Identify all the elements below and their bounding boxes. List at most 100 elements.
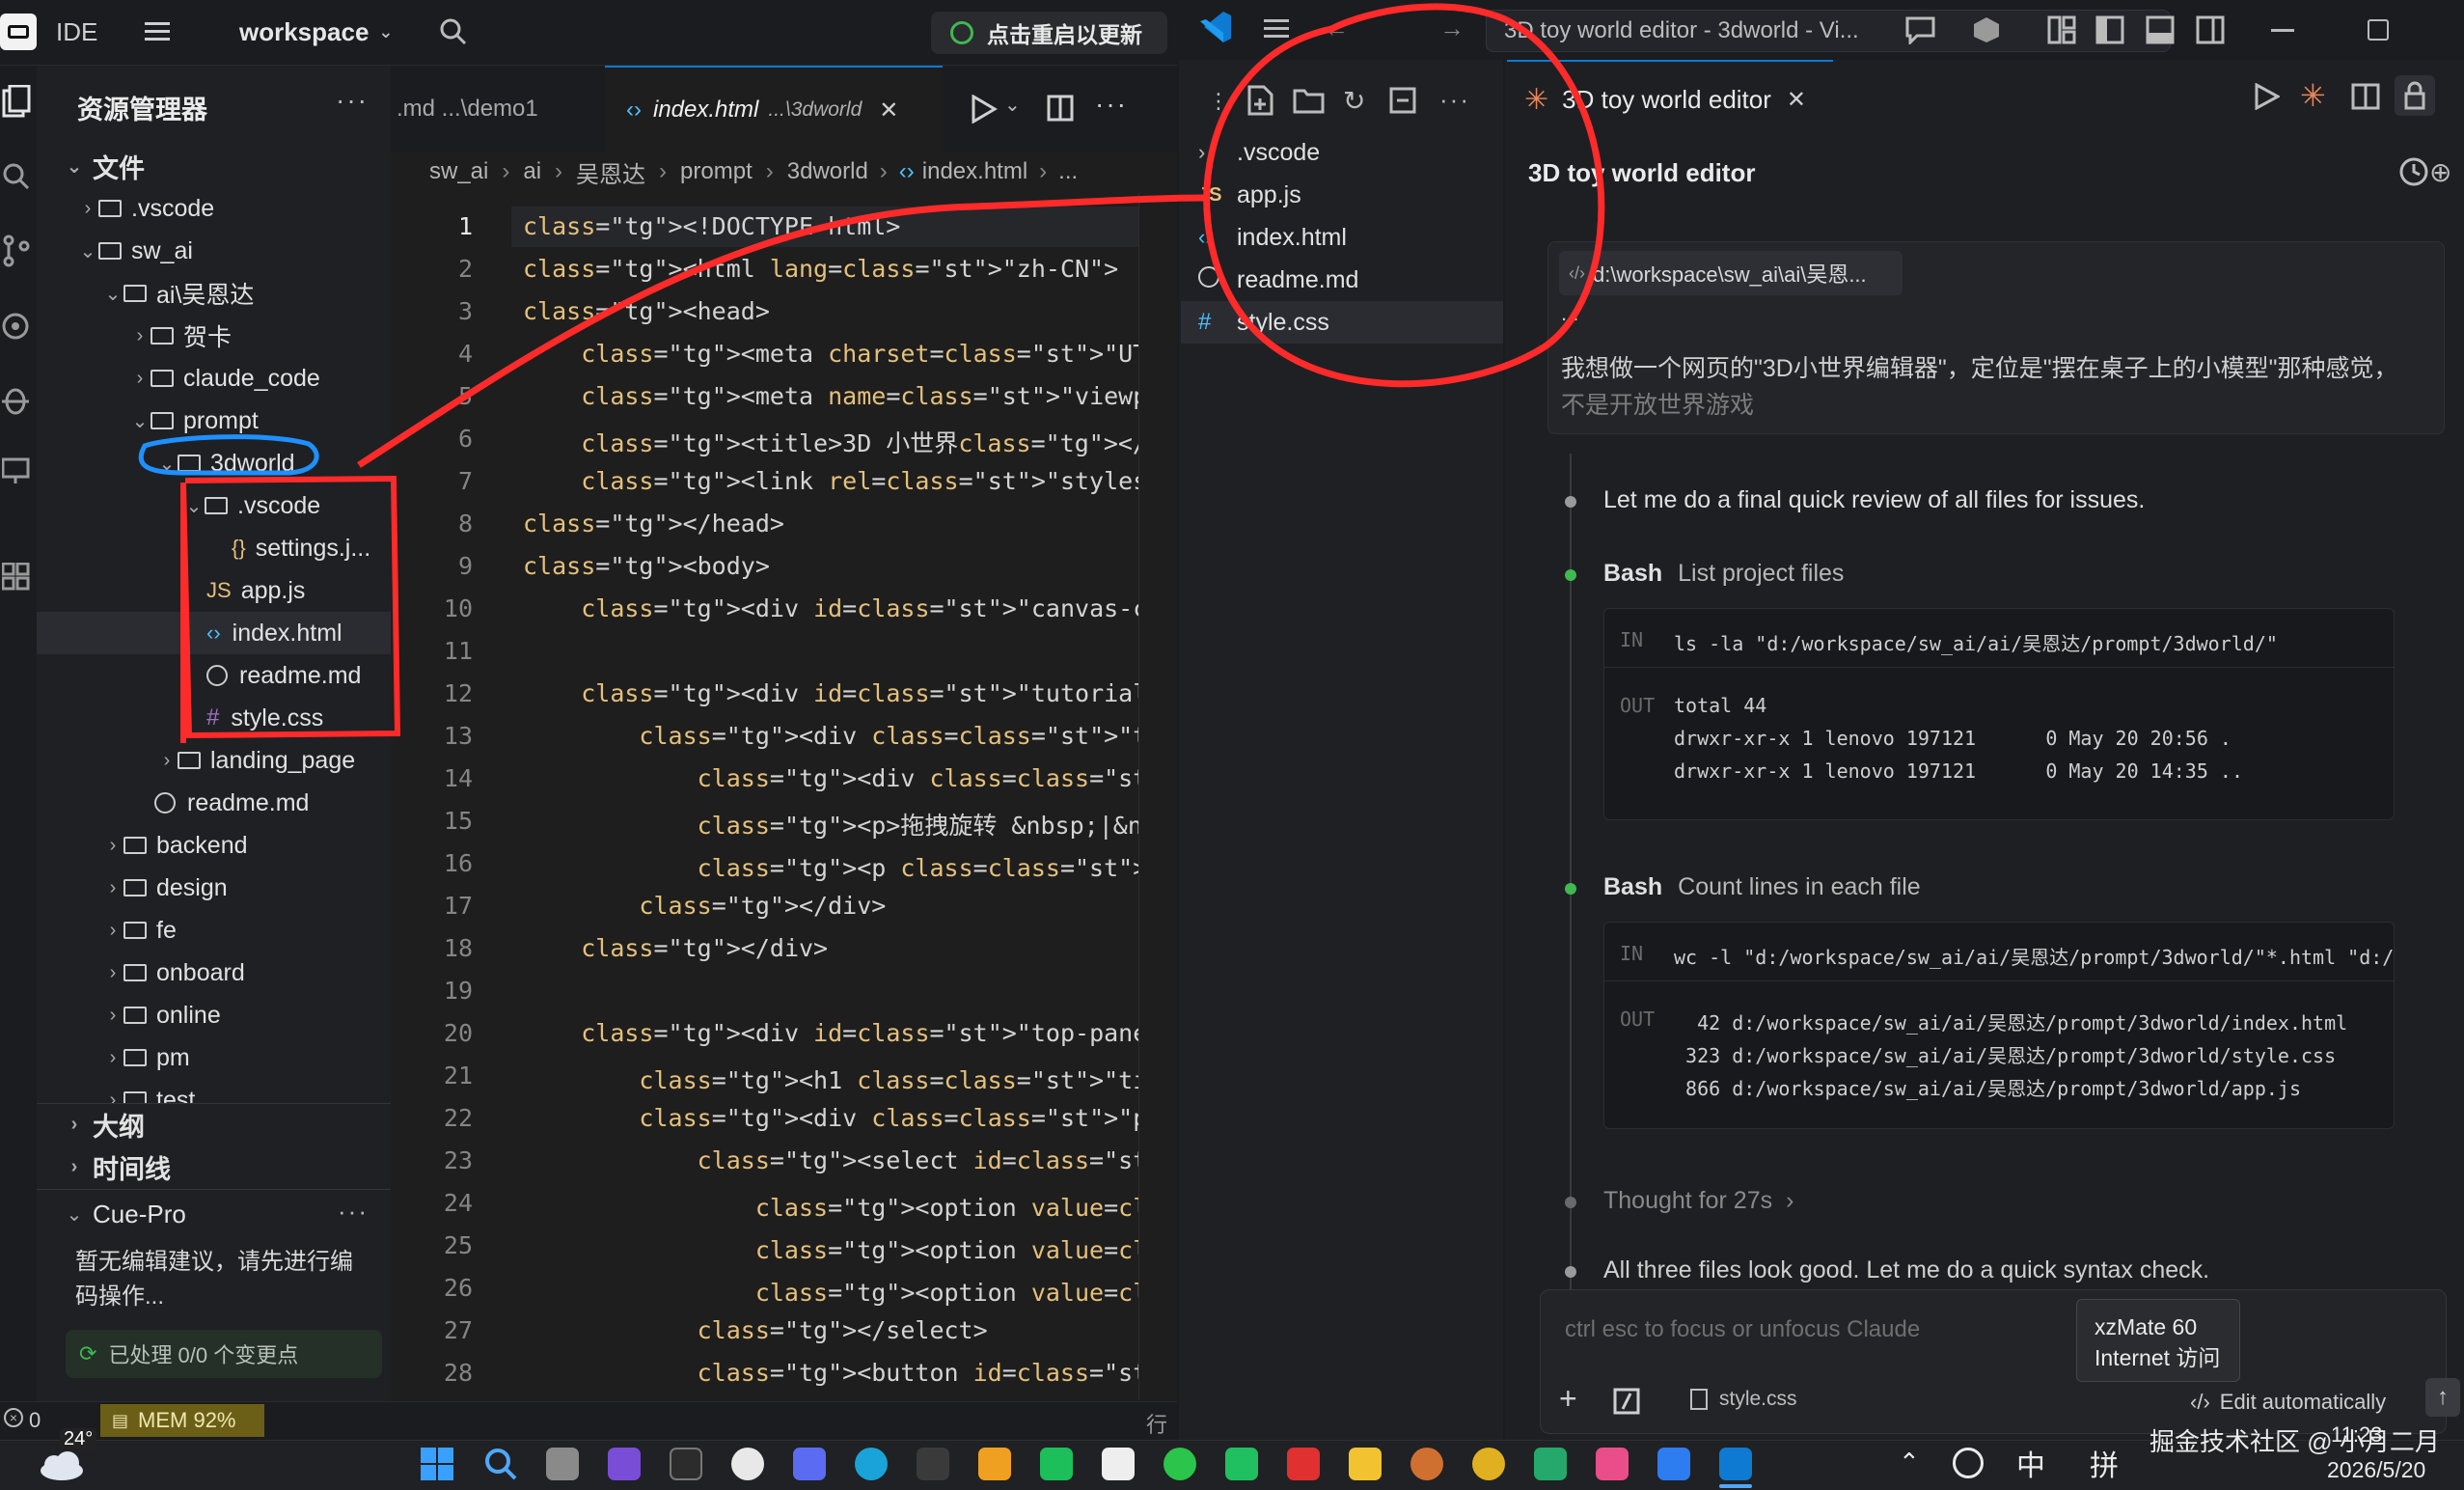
maximize-icon[interactable]: [2368, 19, 2389, 41]
code-line[interactable]: class="tg"><p>拖拽旋转 &nbsp;|&nbsp; 滚轮缩: [523, 807, 1140, 842]
code-line[interactable]: class="tg"><div id=class="st">"top-panel…: [523, 1019, 1140, 1047]
code-line[interactable]: class="tg"><!DOCTYPE html>: [523, 212, 1140, 240]
vscode-taskbar-icon[interactable]: [1719, 1448, 1752, 1480]
forward-arrow-icon[interactable]: →: [1439, 14, 1465, 43]
rtree-style-css[interactable]: # style.css: [1181, 301, 1503, 344]
extensions-icon[interactable]: [2, 563, 31, 592]
more-vertical-icon[interactable]: ⋮: [1208, 89, 1229, 114]
claude-app-icon[interactable]: [1410, 1448, 1443, 1480]
chat-icon[interactable]: [1904, 15, 1937, 44]
chevron-down-icon[interactable]: ⌄: [1004, 93, 1021, 117]
chrome-icon[interactable]: [1472, 1448, 1505, 1480]
tab-index-html[interactable]: ‹› index.html ...\3dworld ✕: [605, 66, 943, 152]
menu-icon[interactable]: [1264, 17, 1291, 41]
wps-icon[interactable]: [1287, 1448, 1320, 1480]
menu-icon[interactable]: [145, 19, 172, 44]
app-icon-box[interactable]: [917, 1448, 949, 1480]
tree-item-sw-ai[interactable]: ⌄ sw_ai: [77, 230, 193, 272]
collapse-all-icon[interactable]: [1389, 87, 1418, 114]
code-line[interactable]: class="tg"><div class=class="st">"panel-…: [523, 1104, 1140, 1132]
rtree-app-js[interactable]: JS app.js: [1198, 174, 1301, 216]
tree-item-app-js[interactable]: JS app.js: [206, 569, 305, 612]
tree-item-fe[interactable]: › fe: [102, 909, 177, 952]
code-line[interactable]: class="tg"><div id=class="st">"canvas-co…: [523, 594, 1140, 622]
code-line[interactable]: class="tg"><select id=class="st">"save-s…: [523, 1146, 1140, 1174]
code-line[interactable]: class="tg"></head>: [523, 510, 1140, 538]
cue-pro-header[interactable]: ⌄ Cue-Pro: [64, 1193, 186, 1235]
task-view-icon[interactable]: [546, 1448, 579, 1480]
add-icon[interactable]: +: [1559, 1383, 1577, 1414]
tree-item-online[interactable]: › online: [102, 994, 221, 1036]
app-icon-vs[interactable]: [608, 1448, 641, 1480]
tree-item-vscode[interactable]: › .vscode: [77, 187, 215, 230]
rtree-vscode[interactable]: › .vscode: [1198, 131, 1320, 174]
more-icon[interactable]: ···: [1439, 85, 1470, 115]
code-line[interactable]: class="tg"><option value=class="st">"0">…: [523, 1189, 1140, 1224]
slash-command-icon[interactable]: [1613, 1388, 1640, 1415]
code-line[interactable]: class="tg"><div id=class="st">"tutorial"…: [523, 679, 1140, 707]
tab-demo1[interactable]: .md ...\demo1: [391, 66, 603, 152]
close-icon[interactable]: ✕: [879, 97, 898, 124]
code-line[interactable]: class="tg"><button id=class="st">"btn-re…: [523, 1359, 1140, 1387]
app-icon-avatar[interactable]: [1102, 1448, 1135, 1480]
error-count[interactable]: 0: [29, 1408, 41, 1433]
ime-mode-pinyin[interactable]: 拼: [2090, 1442, 2119, 1484]
code-line[interactable]: class="tg"></div>: [523, 934, 1140, 962]
minimize-icon[interactable]: [2271, 29, 2294, 32]
run-icon[interactable]: [970, 95, 999, 124]
monitor-icon[interactable]: [2, 456, 31, 485]
attached-file-chip[interactable]: style.css: [1690, 1388, 1797, 1411]
tree-item-landing-page[interactable]: › landing_page: [156, 739, 356, 782]
tree-item-3dworld-vscode[interactable]: ⌄ .vscode: [183, 484, 321, 527]
app-icon-chart[interactable]: [978, 1448, 1011, 1480]
tree-item-heka[interactable]: › 贺卡: [129, 315, 232, 357]
code-line[interactable]: class="tg"><body>: [523, 552, 1140, 580]
code-line[interactable]: class="tg"><title>3D 小世界class="tg"></tit…: [523, 425, 1140, 459]
crumb-sw-ai[interactable]: sw_ai: [429, 158, 488, 185]
back-arrow-icon[interactable]: ←: [1324, 14, 1349, 43]
app-icon-blue[interactable]: [793, 1448, 826, 1480]
tree-item-readme-prompt[interactable]: readme.md: [154, 782, 309, 824]
tree-item-style-css[interactable]: # style.css: [206, 697, 323, 739]
code-line[interactable]: class="tg"><meta charset=class="st">"UTF…: [523, 340, 1140, 368]
tree-item-ai[interactable]: ⌄ ai\吴恩达: [102, 272, 255, 315]
app-icon-green[interactable]: [1040, 1448, 1073, 1480]
tree-item-pm[interactable]: › pm: [102, 1036, 190, 1079]
chat-input-placeholder[interactable]: ctrl esc to focus or unfocus Claude: [1565, 1316, 1920, 1343]
restart-update-button[interactable]: 点击重启以更新: [931, 12, 1167, 54]
code-line[interactable]: class="tg"><html lang=class="st">"zh-CN"…: [523, 255, 1140, 283]
bash2-header[interactable]: Bash Count lines in each file: [1603, 873, 1921, 901]
cue-status-bar[interactable]: ⟳ 已处理 0/0 个变更点: [66, 1330, 382, 1378]
code-line[interactable]: class="tg"><link rel=class="st">"stylesh…: [523, 467, 1140, 495]
clock-date[interactable]: 2026/5/20: [2327, 1457, 2425, 1483]
app-icon-chat[interactable]: [1225, 1448, 1258, 1480]
toggle-panel-icon[interactable]: [2146, 15, 2175, 44]
rtree-readme[interactable]: readme.md: [1198, 259, 1358, 301]
crumb-more[interactable]: ...: [1058, 158, 1078, 185]
close-icon[interactable]: ✕: [1787, 86, 1806, 114]
context-chip[interactable]: ‹/› d:\workspace\sw_ai\ai\吴恩...: [1559, 251, 1903, 295]
section-outline[interactable]: › 大纲: [64, 1103, 145, 1145]
app-icon-pink[interactable]: [1596, 1448, 1629, 1480]
app-icon-terminal[interactable]: [1534, 1448, 1567, 1480]
search-icon[interactable]: [2, 162, 31, 191]
taskbar-search-icon[interactable]: [484, 1448, 517, 1480]
code-line[interactable]: class="tg"><meta name=class="st">"viewpo…: [523, 382, 1140, 410]
tree-item-settings[interactable]: {} settings.j...: [232, 527, 370, 569]
network-icon[interactable]: [1953, 1448, 1984, 1478]
rtree-index-html[interactable]: ‹› index.html: [1198, 216, 1347, 259]
tab-claude[interactable]: ✳ 3D toy world editor ✕: [1507, 60, 1833, 137]
layout-icon[interactable]: [2047, 15, 2076, 44]
tree-item-index-html[interactable]: ‹› index.html: [37, 612, 391, 654]
more-icon[interactable]: ···: [338, 1197, 369, 1227]
ide-logo-icon[interactable]: [0, 14, 37, 50]
crumb-wuenda[interactable]: 吴恩达: [576, 155, 645, 189]
split-editor-icon[interactable]: [2351, 83, 2380, 110]
crumb-prompt[interactable]: prompt: [680, 158, 753, 185]
new-file-icon[interactable]: [1246, 85, 1275, 116]
tree-item-readme[interactable]: readme.md: [206, 654, 361, 697]
code-line[interactable]: class="tg"><option value=class="st">"2">…: [523, 1274, 1140, 1309]
search-icon[interactable]: [439, 17, 468, 46]
code-line[interactable]: class="tg"></div>: [523, 892, 1140, 920]
more-icon[interactable]: ···: [336, 85, 369, 116]
